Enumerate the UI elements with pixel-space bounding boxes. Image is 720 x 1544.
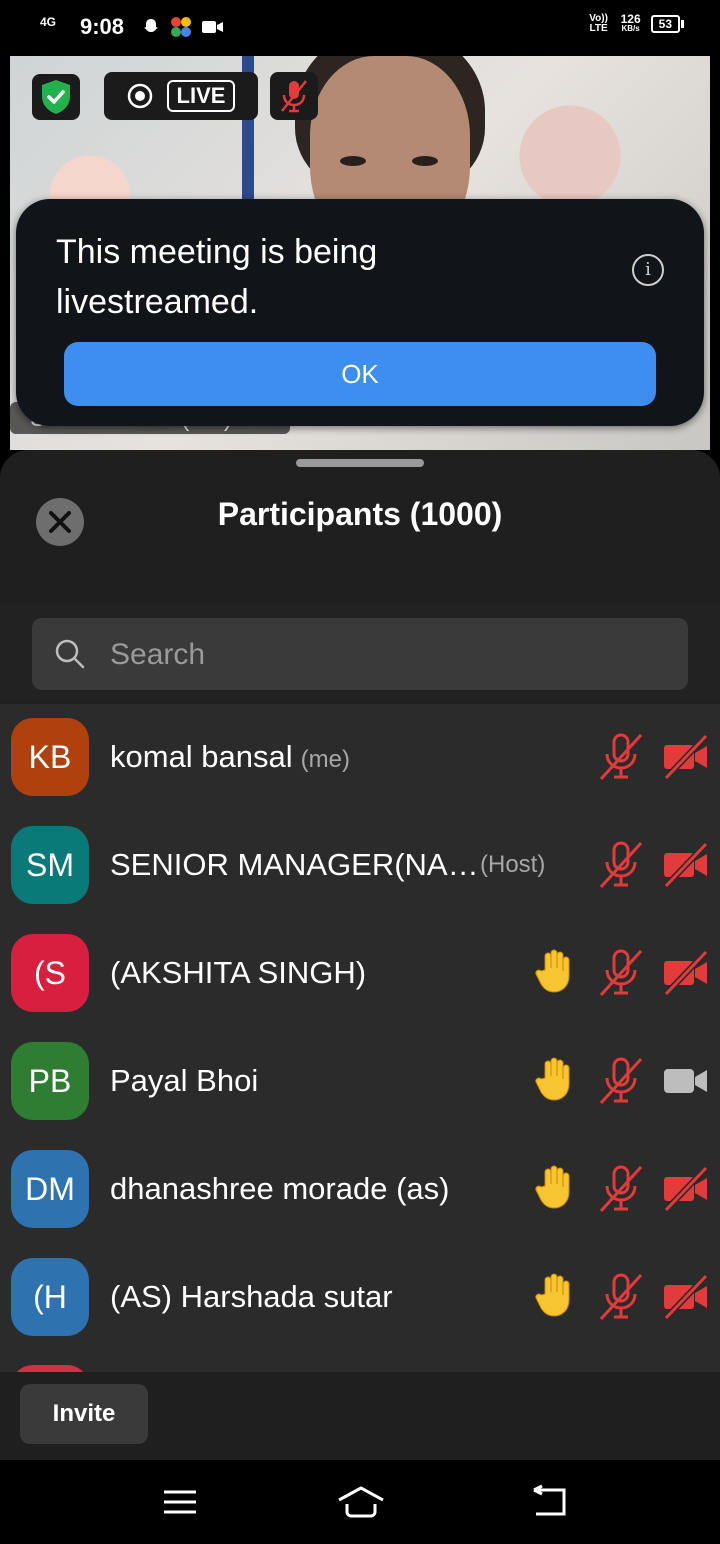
livestream-notice: This meeting is being livestreamed. i OK [16, 199, 704, 426]
info-icon[interactable]: i [632, 254, 664, 286]
avatar: SM [11, 826, 89, 904]
invite-button[interactable]: Invite [20, 1384, 148, 1444]
video-off-icon[interactable] [662, 948, 710, 998]
participant-name: (AS) Harshada sutar [110, 1279, 393, 1314]
mic-off-icon[interactable] [598, 1164, 644, 1214]
live-label: LIVE [166, 80, 236, 112]
participant-list[interactable]: KB komal bansal (me) SM SENIOR MANAGER(NA… (H… [0, 704, 720, 1372]
participant-name: (AKSHITA SINGH) [110, 955, 367, 990]
speed-value: 126 [620, 12, 641, 26]
raise-hand-icon [535, 1273, 570, 1317]
participant-tag: (me) [300, 746, 350, 773]
avatar: KB [11, 718, 89, 796]
status-right: Vo)) LTE 126 KB/s 53 [587, 12, 685, 34]
raise-hand-icon [535, 1057, 570, 1101]
participants-panel: Participants (1000) KB komal bansal (me) SM… [0, 450, 720, 1460]
data-speed: 126 KB/s [620, 12, 641, 34]
participant-name-wrap: SENIOR MANAGER(NA… [110, 811, 479, 919]
mic-off-icon[interactable] [598, 1056, 644, 1106]
participant-row[interactable]: (H (AS) Harshada sutar [0, 1243, 720, 1351]
speed-unit: KB/s [621, 24, 640, 33]
participant-name: Payal Bhoi [110, 1063, 259, 1098]
eye [412, 156, 438, 166]
avatar: (H [11, 1258, 89, 1336]
panel-bottom-bar: Invite [0, 1372, 720, 1460]
home-icon[interactable] [336, 1484, 386, 1520]
mic-off-icon[interactable] [598, 732, 644, 782]
record-icon [127, 83, 152, 109]
search-input[interactable] [108, 618, 672, 692]
participant-name: komal bansal [110, 739, 293, 774]
shield-check-icon [42, 80, 70, 114]
participant-name-wrap: dhanashree morade (as) [110, 1135, 449, 1243]
drag-handle[interactable] [296, 459, 424, 467]
notification-icons [142, 16, 224, 38]
mic-off-icon[interactable] [598, 948, 644, 998]
participant-row[interactable]: PB Payal Bhoi [0, 1027, 720, 1135]
ok-button[interactable]: OK [64, 342, 656, 406]
video-off-icon[interactable] [662, 1164, 710, 1214]
battery-indicator: 53 [650, 15, 685, 33]
network-indicator: 4G [40, 15, 57, 29]
participant-role: (Host) [480, 851, 546, 878]
app-icon [171, 17, 191, 37]
search-icon [55, 639, 85, 669]
participant-name-wrap: (AKSHITA SINGH) [110, 919, 366, 1027]
participant-name-wrap: (AS) Harshada sutar [110, 1243, 393, 1351]
mic-off-icon[interactable] [598, 840, 644, 890]
mic-off-icon [281, 80, 307, 113]
avatar: (S [11, 934, 89, 1012]
participant-name: SENIOR MANAGER(NA… [110, 847, 479, 882]
video-off-icon[interactable] [662, 840, 710, 890]
avatar: PB [11, 1042, 89, 1120]
avatar: DM [11, 1150, 89, 1228]
participant-name-wrap: komal bansal (me) [110, 704, 350, 811]
system-nav-bar [0, 1460, 720, 1544]
participant-row[interactable]: DM dhanashree morade (as) [0, 1135, 720, 1243]
volte-indicator: Vo)) LTE [589, 13, 608, 34]
livestream-message: This meeting is being livestreamed. [56, 233, 378, 321]
participant-row[interactable]: KB komal bansal (me) [0, 704, 720, 811]
snapchat-icon [144, 19, 158, 32]
menu-icon[interactable] [162, 1484, 198, 1520]
search-box[interactable] [32, 618, 688, 692]
raise-hand-icon [535, 949, 570, 993]
participant-name-wrap: Payal Bhoi [110, 1027, 258, 1135]
live-indicator[interactable]: LIVE [104, 72, 258, 120]
video-call-icon [202, 21, 223, 33]
back-icon[interactable] [530, 1484, 570, 1520]
participant-row[interactable]: (S (AKSHITA SINGH) [0, 919, 720, 1027]
mic-off-icon[interactable] [598, 1272, 644, 1322]
participant-name: dhanashree morade (as) [110, 1171, 450, 1206]
eye [340, 156, 366, 166]
panel-title: Participants (1000) [217, 496, 503, 532]
video-off-icon[interactable] [662, 1272, 710, 1322]
video-off-icon[interactable] [662, 732, 710, 782]
participant-row[interactable]: SM SENIOR MANAGER(NA… (Host) [0, 811, 720, 919]
video-icon[interactable] [662, 1056, 710, 1106]
security-button[interactable] [32, 74, 80, 120]
raise-hand-icon [535, 1165, 570, 1209]
search-bar-container [0, 605, 720, 703]
speaker-mute-indicator [270, 72, 318, 120]
status-bar: 4G 9:08 Vo)) LTE 126 KB/s 53 [0, 0, 720, 56]
clock: 9:08 [80, 14, 125, 39]
